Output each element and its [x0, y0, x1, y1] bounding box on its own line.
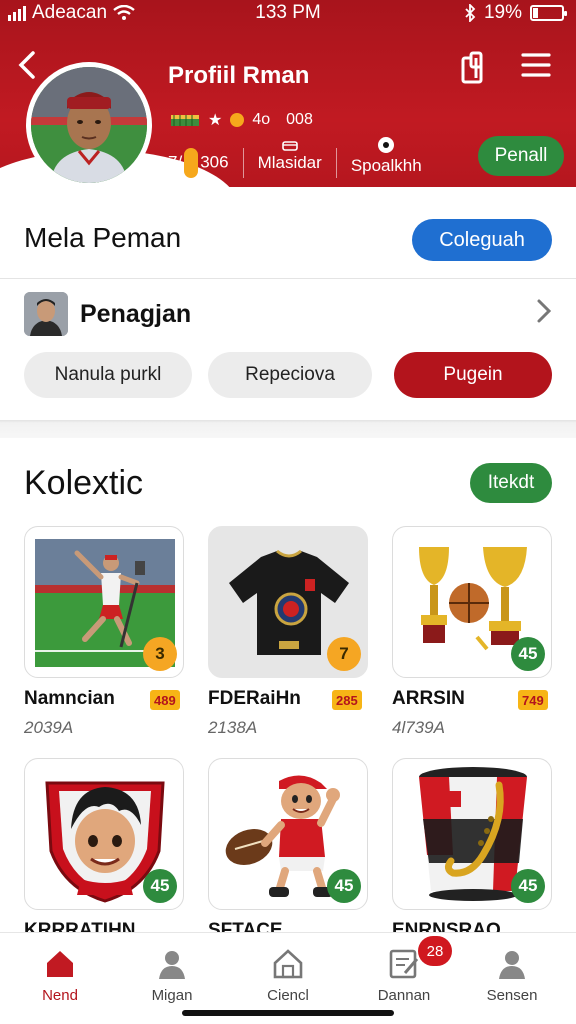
- card-badge: 7: [327, 637, 361, 671]
- person-name: Penagjan: [80, 300, 192, 328]
- section-divider: [0, 420, 576, 438]
- person-row[interactable]: Penagjan: [24, 292, 552, 340]
- card-badge: 45: [327, 869, 361, 903]
- stat-value: 7/306: [168, 148, 229, 178]
- stat-spoalkhh[interactable]: Spoalkhh: [351, 137, 422, 176]
- collection-title: Kolextic: [24, 464, 144, 502]
- stat-row: 7/306 Mlasidar Spoalkhh: [168, 137, 422, 178]
- stadium-icon: [171, 115, 199, 126]
- user-icon: [499, 951, 525, 979]
- nav-item-sensen[interactable]: Sensen: [462, 947, 562, 1004]
- section-title: Mela Peman: [24, 222, 182, 253]
- card-subtitle: 4l739A: [392, 718, 445, 737]
- collection-card[interactable]: 45: [208, 758, 368, 910]
- target-icon: [378, 137, 395, 153]
- home-indicator[interactable]: [182, 1010, 394, 1016]
- card-subtitle: 2039A: [24, 718, 74, 737]
- header-action-button[interactable]: Penall: [478, 136, 564, 176]
- badge-text: 4o: [252, 111, 271, 128]
- star-icon: ★: [208, 112, 223, 129]
- nav-label: Sensen: [486, 987, 538, 1004]
- battery-icon: [530, 5, 567, 21]
- avatar-photo: [31, 67, 147, 183]
- collection-action-button[interactable]: Itekdt: [470, 463, 552, 503]
- divider: [0, 278, 576, 279]
- achievement-row: ★ 4o 008: [170, 110, 313, 130]
- bluetooth-icon: [465, 4, 476, 22]
- nav-item-ciencl[interactable]: Ciencl: [238, 947, 338, 1004]
- home-icon: [47, 951, 73, 977]
- nav-label: Dannan: [377, 987, 431, 1004]
- medal-icon: [230, 113, 245, 127]
- back-chevron-icon[interactable]: [16, 50, 48, 82]
- card-badge: 3: [143, 637, 177, 671]
- collection-card[interactable]: 45: [24, 758, 184, 910]
- card-name: Namncian: [24, 688, 115, 709]
- card-icon: [281, 141, 298, 151]
- collection-card[interactable]: 3: [24, 526, 184, 678]
- price-tag: 489: [150, 690, 180, 710]
- collection-card[interactable]: 45: [392, 526, 552, 678]
- collection-card[interactable]: 7: [208, 526, 368, 678]
- notification-badge: 28: [418, 936, 452, 966]
- chevron-right-icon[interactable]: [536, 298, 552, 331]
- nav-item-migan[interactable]: Migan: [122, 947, 222, 1004]
- card-subtitle: 2138A: [208, 718, 258, 737]
- collection-card[interactable]: 45: [392, 758, 552, 910]
- pill-option-2[interactable]: Repeciova: [208, 352, 372, 398]
- house-outline-icon: [273, 949, 303, 979]
- profile-avatar[interactable]: [26, 62, 152, 188]
- badge-number: 008: [286, 111, 313, 128]
- nav-item-home[interactable]: Nend: [10, 947, 110, 1004]
- card-badge: 45: [511, 869, 545, 903]
- colleague-button[interactable]: Coleguah: [412, 219, 552, 261]
- card-badge: 45: [143, 869, 177, 903]
- card-name: ARRSIN: [392, 688, 465, 709]
- battery-percent: 19%: [483, 2, 522, 23]
- profile-title: Profiil Rman: [168, 62, 310, 89]
- card-name: FDERaiHn: [208, 688, 301, 709]
- pill-option-1[interactable]: Nanula purkl: [24, 352, 192, 398]
- person-avatar: [24, 292, 68, 336]
- status-bar: Adeacan 133 PM 19%: [0, 0, 576, 28]
- person-icon: [159, 951, 185, 979]
- share-icon[interactable]: [460, 50, 494, 84]
- profile-screen: Adeacan 133 PM 19% Profiil Rman ★ 4o 008…: [0, 0, 576, 1024]
- document-edit-icon: [389, 949, 419, 979]
- price-tag: 285: [332, 690, 362, 710]
- coin-icon: [184, 148, 199, 178]
- price-tag: 749: [518, 690, 548, 710]
- menu-icon[interactable]: [520, 50, 554, 84]
- card-badge: 45: [511, 637, 545, 671]
- nav-label: Migan: [151, 987, 193, 1004]
- stat-masidar[interactable]: Mlasidar: [258, 141, 322, 173]
- pill-option-3[interactable]: Pugein: [394, 352, 552, 398]
- nav-label: Nend: [42, 987, 78, 1004]
- nav-label: Ciencl: [267, 987, 309, 1004]
